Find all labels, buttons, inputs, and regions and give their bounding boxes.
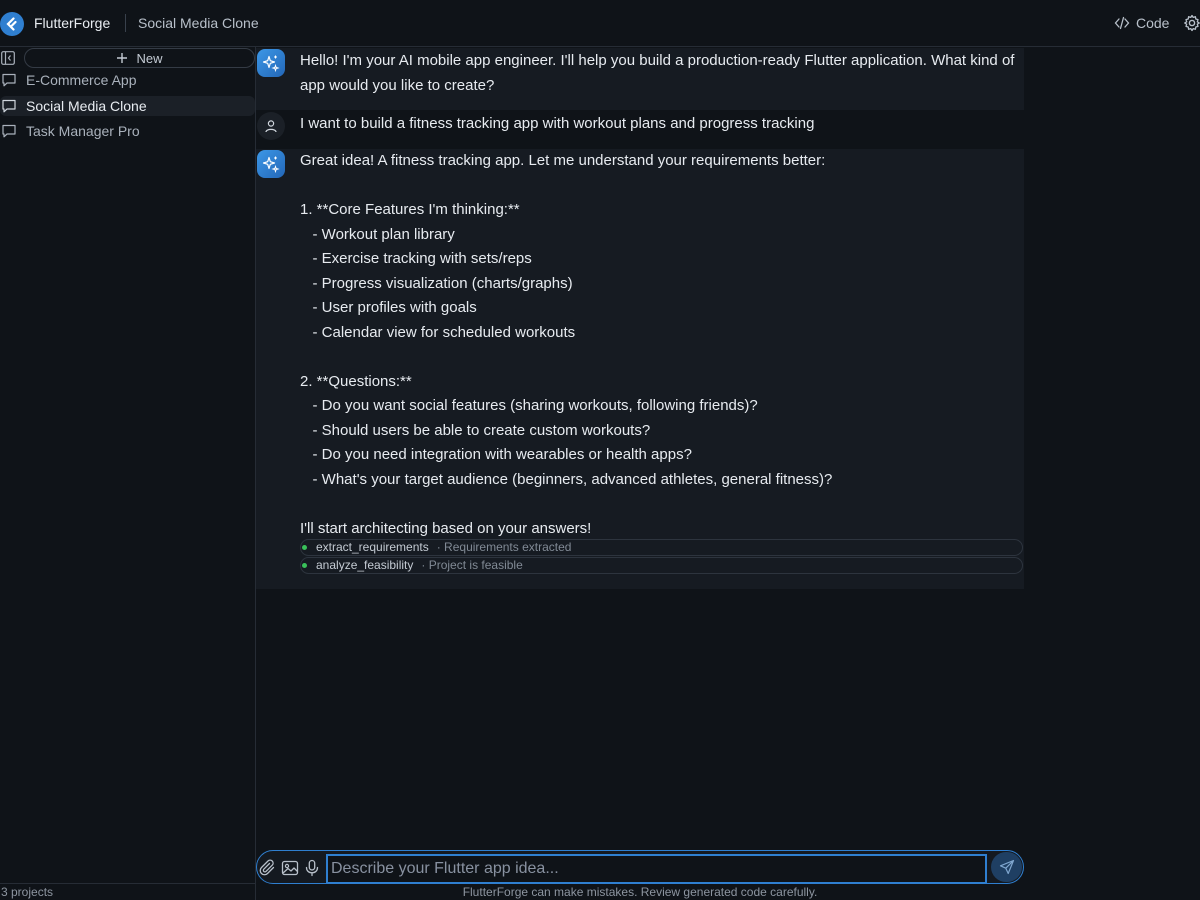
sidebar-item-label: E-Commerce App <box>26 72 137 88</box>
assistant-message: Great idea! A fitness tracking app. Let … <box>256 149 1024 589</box>
tool-call-analyze-feasibility[interactable]: analyze_feasibility · Project is feasibl… <box>300 557 1023 574</box>
send-icon <box>999 859 1014 875</box>
sparkles-icon <box>262 55 280 72</box>
sparkles-icon <box>262 156 280 173</box>
new-project-label: New <box>136 50 163 66</box>
message-text: Great idea! A fitness tracking app. Let … <box>300 152 833 537</box>
chat-bubble-icon <box>2 99 16 113</box>
code-icon <box>1114 16 1130 30</box>
user-avatar <box>257 112 285 140</box>
sidebar-item-label: Task Manager Pro <box>26 123 140 139</box>
prompt-input[interactable] <box>326 854 987 884</box>
app-name: FlutterForge <box>34 15 111 31</box>
microphone-icon[interactable] <box>303 859 321 877</box>
image-icon[interactable] <box>281 859 299 877</box>
paperclip-icon[interactable] <box>259 859 277 877</box>
sidebar-item-task-manager-pro[interactable]: Task Manager Pro <box>0 121 255 141</box>
tool-call-extract-requirements[interactable]: extract_requirements · Requirements extr… <box>300 539 1023 556</box>
chat-bubble-icon <box>2 124 16 138</box>
tool-result: · Project is feasible <box>421 558 523 572</box>
chat-bubble-icon <box>2 73 16 87</box>
ai-avatar <box>257 49 285 77</box>
user-icon <box>265 120 277 133</box>
success-status-dot <box>302 545 307 550</box>
header-divider <box>125 14 126 32</box>
send-button[interactable] <box>991 852 1022 882</box>
sidebar-item-e-commerce-app[interactable]: E-Commerce App <box>0 70 255 90</box>
gear-icon[interactable] <box>1183 14 1200 32</box>
message-text: Hello! I'm your AI mobile app engineer. … <box>300 52 1019 94</box>
ai-avatar <box>257 150 285 178</box>
disclaimer: FlutterForge can make mistakes. Review g… <box>462 885 818 899</box>
top-bar: FlutterForge Social Media Clone Code <box>0 0 1200 47</box>
code-button-label: Code <box>1136 15 1170 31</box>
user-message: I want to build a fitness tracking app w… <box>256 111 1024 149</box>
sidebar-collapse-icon[interactable] <box>1 51 15 65</box>
sidebar-item-social-media-clone[interactable]: Social Media Clone <box>0 96 255 116</box>
project-count: 3 projects <box>0 883 255 900</box>
plus-icon <box>117 53 128 63</box>
tool-name: extract_requirements <box>316 540 429 554</box>
new-project-button[interactable]: New <box>24 48 255 68</box>
code-button[interactable]: Code <box>1114 15 1169 31</box>
success-status-dot <box>302 563 307 568</box>
sidebar: New E-Commerce App Social Media Clone Ta… <box>0 47 256 900</box>
message-composer <box>256 850 1024 884</box>
tool-result: · Requirements extracted <box>436 540 572 554</box>
assistant-message: Hello! I'm your AI mobile app engineer. … <box>256 48 1024 110</box>
sidebar-item-label: Social Media Clone <box>26 98 147 114</box>
message-text: I want to build a fitness tracking app w… <box>300 115 815 132</box>
project-title: Social Media Clone <box>138 15 259 31</box>
flutterforge-logo-icon[interactable] <box>0 12 24 36</box>
tool-name: analyze_feasibility <box>316 558 414 572</box>
